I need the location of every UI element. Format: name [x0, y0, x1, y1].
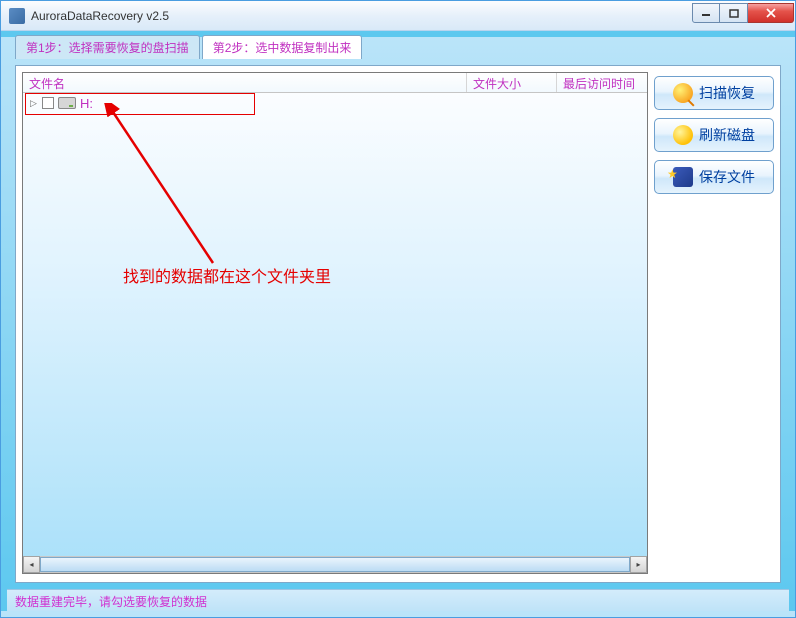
window-controls: [692, 3, 794, 23]
save-label: 保存文件: [699, 167, 755, 187]
client-area: 第1步：选择需要恢复的盘扫描 第2步：选中数据复制出来 文件名 文件大小 最后访…: [1, 31, 795, 617]
tab-step1[interactable]: 第1步：选择需要恢复的盘扫描: [15, 35, 200, 59]
save-file-button[interactable]: 保存文件: [654, 160, 774, 194]
checkbox[interactable]: [42, 97, 54, 109]
scan-label: 扫描恢复: [699, 83, 755, 103]
list-header: 文件名 文件大小 最后访问时间: [23, 73, 647, 93]
scroll-track[interactable]: [40, 556, 630, 573]
minimize-button[interactable]: [692, 3, 720, 23]
scroll-thumb[interactable]: [40, 557, 630, 572]
list-body: ▷ H:: [23, 93, 647, 556]
app-icon: [9, 8, 25, 24]
content-panel: 文件名 文件大小 最后访问时间 ▷ H:: [15, 65, 781, 583]
status-text: 数据重建完毕，请勾选要恢复的数据: [15, 595, 207, 609]
row-label: H:: [80, 96, 93, 111]
scan-recover-button[interactable]: 扫描恢复: [654, 76, 774, 110]
list-item[interactable]: ▷ H:: [23, 93, 647, 113]
save-icon: [673, 167, 693, 187]
side-button-panel: 扫描恢复 刷新磁盘 保存文件: [654, 76, 774, 194]
close-button[interactable]: [748, 3, 794, 23]
refresh-icon: [673, 125, 693, 145]
scroll-left-button[interactable]: ◂: [23, 556, 40, 573]
app-window: AuroraDataRecovery v2.5 第1步：选择需要恢复的盘扫描 第…: [0, 0, 796, 618]
refresh-disk-button[interactable]: 刷新磁盘: [654, 118, 774, 152]
titlebar[interactable]: AuroraDataRecovery v2.5: [1, 1, 795, 31]
window-title: AuroraDataRecovery v2.5: [31, 9, 692, 23]
column-header-time[interactable]: 最后访问时间: [557, 73, 647, 92]
drive-icon: [58, 97, 76, 109]
tab-strip: 第1步：选择需要恢复的盘扫描 第2步：选中数据复制出来: [7, 37, 789, 59]
maximize-button[interactable]: [720, 3, 748, 23]
status-bar: 数据重建完毕，请勾选要恢复的数据: [7, 589, 789, 611]
refresh-label: 刷新磁盘: [699, 125, 755, 145]
horizontal-scrollbar[interactable]: ◂ ▸: [23, 556, 647, 573]
expand-icon[interactable]: ▷: [29, 99, 38, 108]
close-icon: [765, 8, 777, 18]
column-header-name[interactable]: 文件名: [23, 73, 467, 92]
tab-step2[interactable]: 第2步：选中数据复制出来: [202, 35, 363, 59]
maximize-icon: [729, 8, 739, 18]
column-header-size[interactable]: 文件大小: [467, 73, 557, 92]
file-list-panel: 文件名 文件大小 最后访问时间 ▷ H:: [22, 72, 648, 574]
minimize-icon: [701, 8, 711, 18]
scroll-right-button[interactable]: ▸: [630, 556, 647, 573]
magnifier-icon: [673, 83, 693, 103]
